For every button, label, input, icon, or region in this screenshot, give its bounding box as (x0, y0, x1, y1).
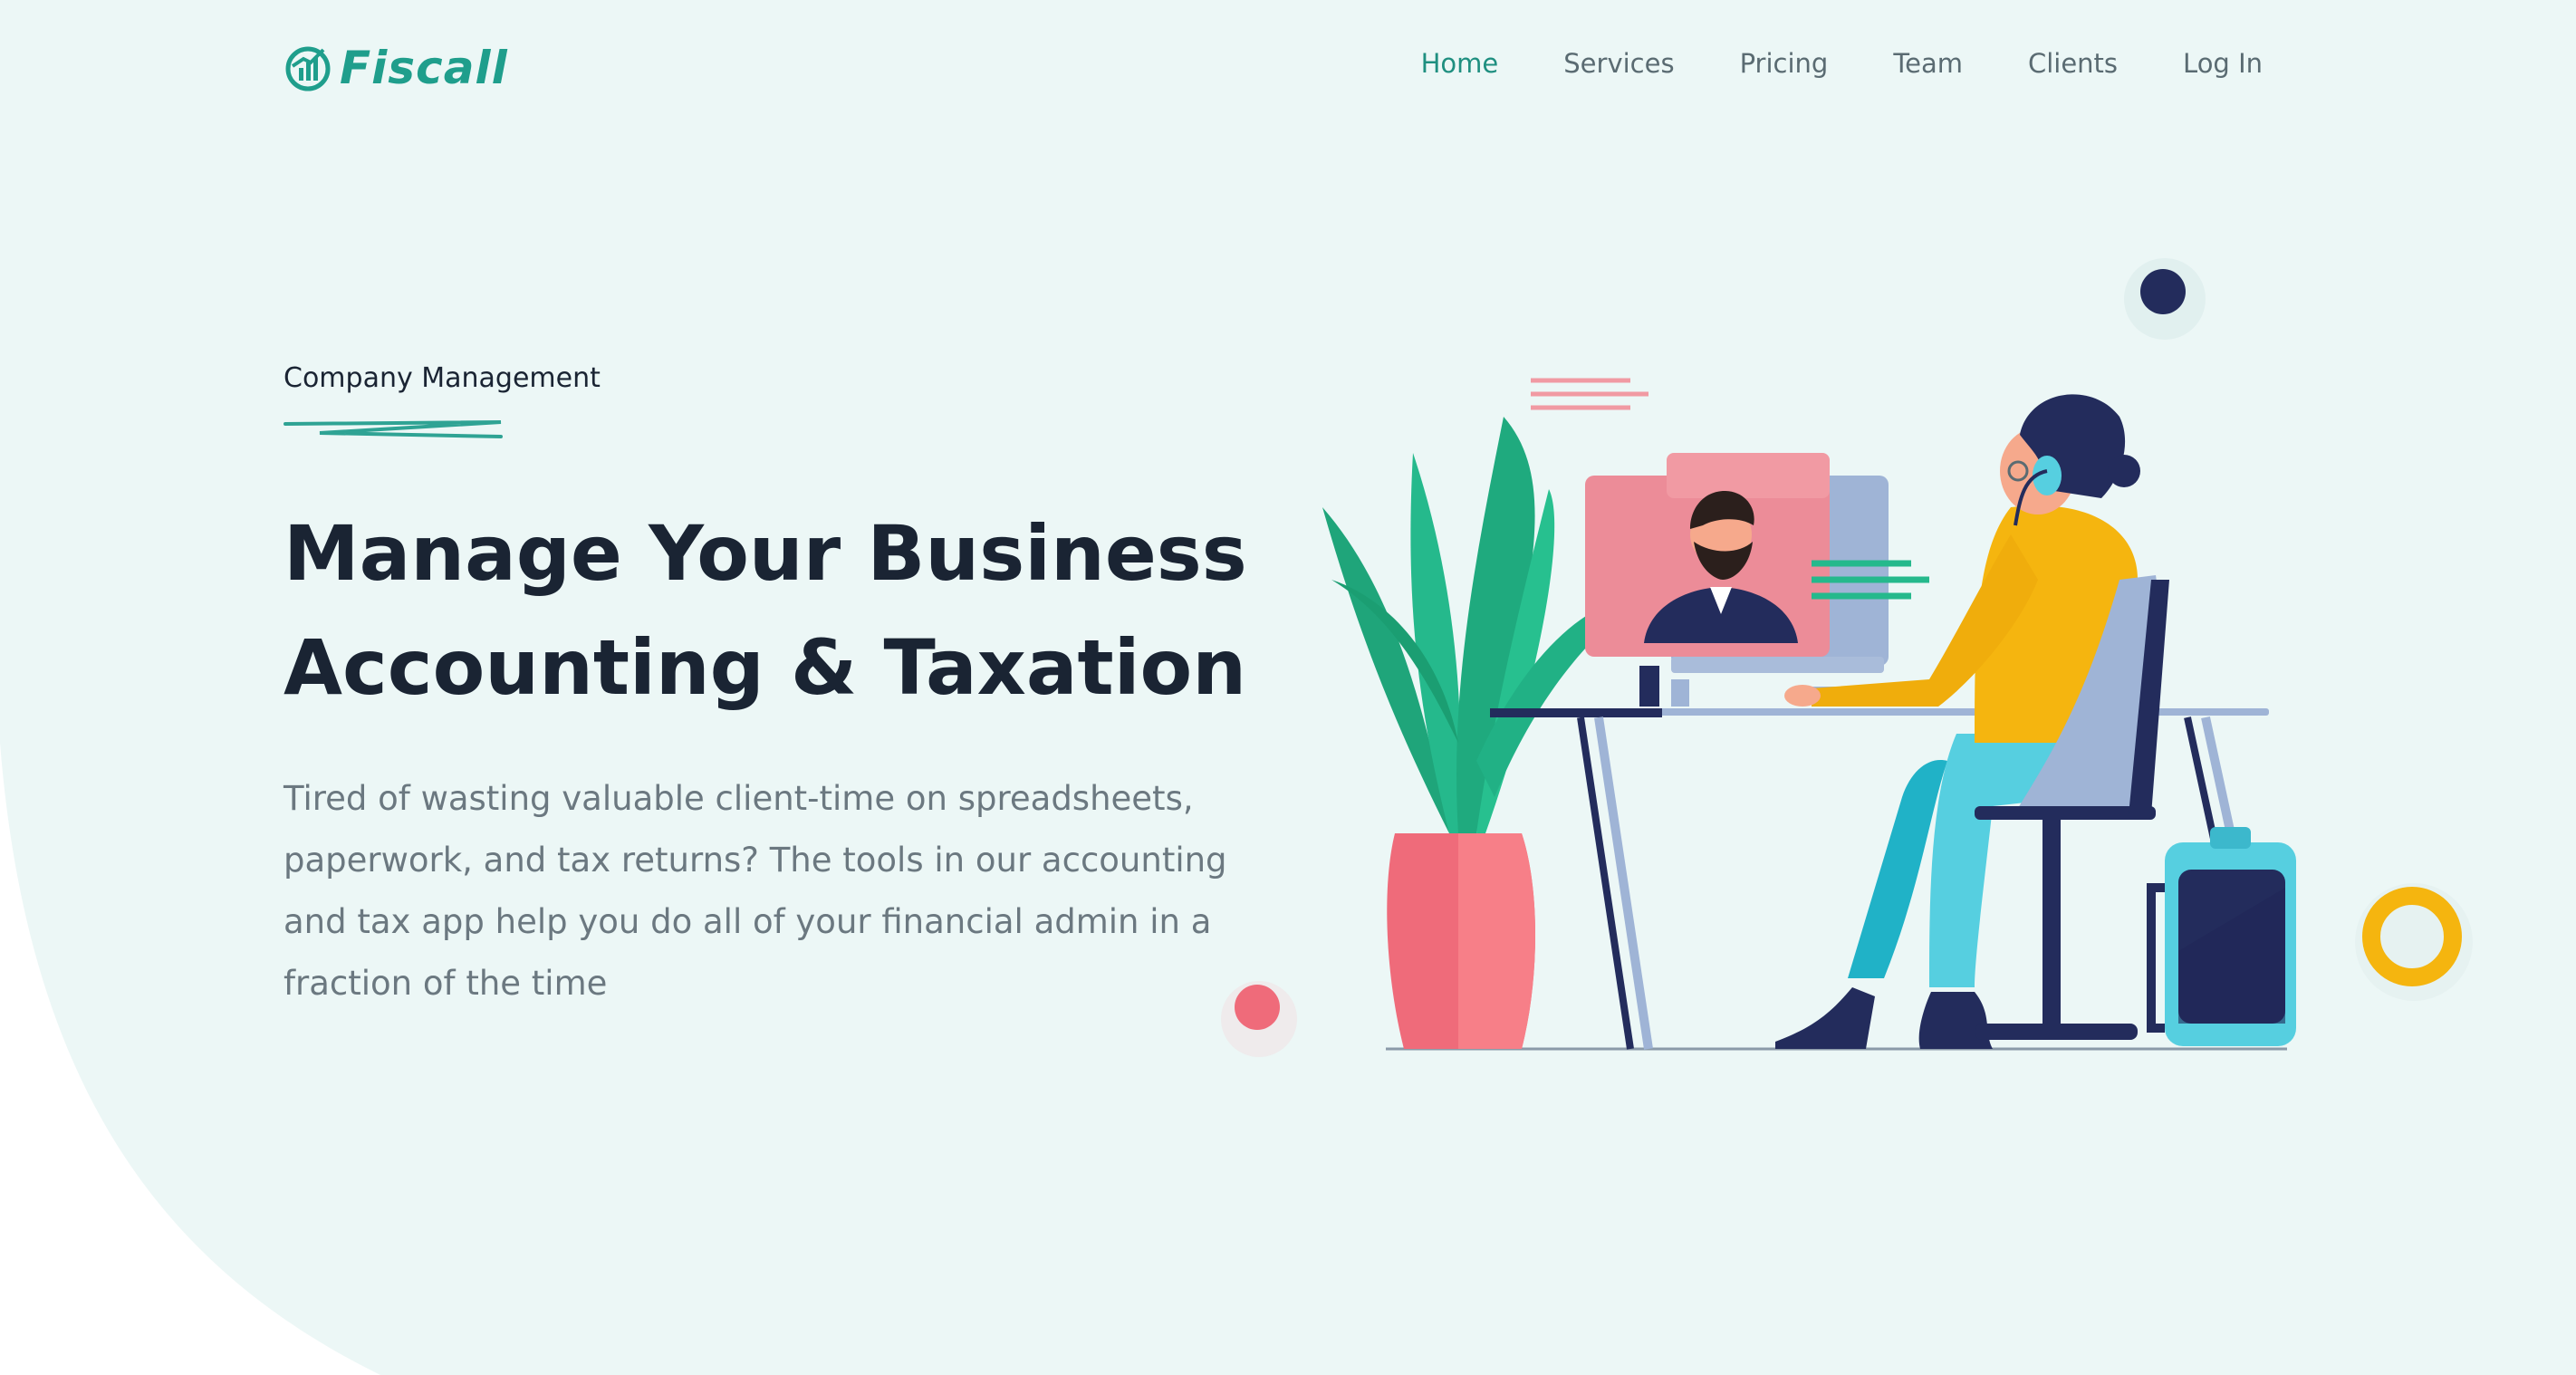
person-at-desk-video-call-illustration (1322, 378, 2296, 1051)
logo-text: Fiscall (340, 42, 508, 94)
nav-login[interactable]: Log In (2183, 45, 2263, 82)
eyebrow-underline (284, 420, 503, 438)
hero-eyebrow: Company Management (284, 362, 601, 394)
logo[interactable]: Fiscall (284, 40, 508, 96)
site-header: Fiscall Home Services Pricing Team Clien… (0, 0, 2576, 131)
chart-circle-icon (285, 46, 331, 91)
nav-pricing[interactable]: Pricing (1740, 45, 1829, 82)
main-nav: Home Services Pricing Team Clients Log I… (1356, 45, 2263, 82)
hero-title: Manage Your Business Accounting & Taxati… (284, 496, 1280, 725)
nav-services[interactable]: Services (1563, 45, 1674, 82)
nav-clients[interactable]: Clients (2028, 45, 2118, 82)
hero-description: Tired of wasting valuable client-time on… (284, 779, 1227, 1003)
nav-team[interactable]: Team (1893, 45, 1963, 82)
hero-title-line1: Manage Your Business (284, 509, 1247, 598)
nav-home[interactable]: Home (1421, 45, 1499, 82)
hero-title-line2: Accounting & Taxation (284, 623, 1247, 712)
